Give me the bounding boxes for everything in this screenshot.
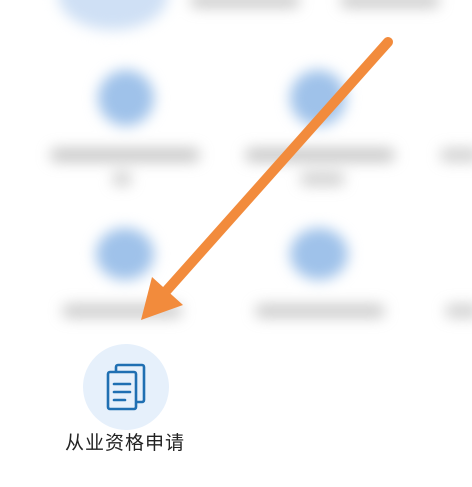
arrow-pointer-icon (141, 37, 393, 320)
screen: 从业资格申请 (0, 0, 472, 487)
